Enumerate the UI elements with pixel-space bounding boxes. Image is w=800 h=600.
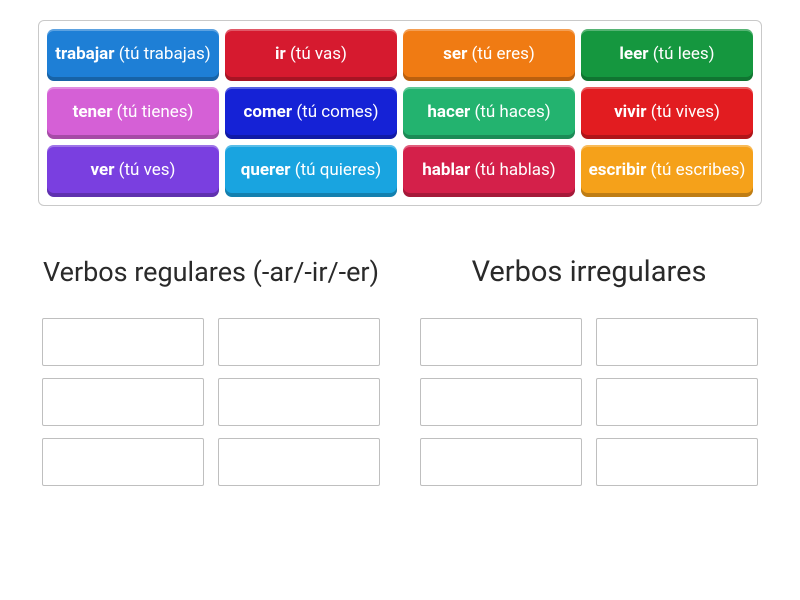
drop-slot[interactable] [596,378,758,426]
drop-slot[interactable] [596,318,758,366]
verb-tile[interactable]: leer (tú lees) [581,29,753,81]
verb-tile[interactable]: hacer (tú haces) [403,87,575,139]
drop-slot[interactable] [218,438,380,486]
category-title: Verbos irregulares [420,234,758,312]
verb-tile[interactable]: ir (tú vas) [225,29,397,81]
verb-tile[interactable]: ver (tú ves) [47,145,219,197]
category-title: Verbos regulares (-ar/-ir/-er) [42,234,380,312]
drop-slot[interactable] [596,438,758,486]
verb-tile[interactable]: hablar (tú hablas) [403,145,575,197]
categories-area: Verbos regulares (-ar/-ir/-er) Verbos ir… [38,234,762,486]
drop-slot[interactable] [42,438,204,486]
verb-tile[interactable]: trabajar (tú trabajas) [47,29,219,81]
verb-tile[interactable]: querer (tú quieres) [225,145,397,197]
drop-slot[interactable] [42,378,204,426]
verb-tile[interactable]: comer (tú comes) [225,87,397,139]
drop-slot[interactable] [420,318,582,366]
verb-tile[interactable]: escribir (tú escribes) [581,145,753,197]
category-irregulares: Verbos irregulares [420,234,758,486]
category-regulares: Verbos regulares (-ar/-ir/-er) [42,234,380,486]
verb-tile[interactable]: ser (tú eres) [403,29,575,81]
drop-slot[interactable] [218,378,380,426]
verb-tile[interactable]: vivir (tú vives) [581,87,753,139]
slot-grid [42,318,380,486]
drop-slot[interactable] [218,318,380,366]
verb-tile[interactable]: tener (tú tienes) [47,87,219,139]
tile-tray: trabajar (tú trabajas) ir (tú vas) ser (… [38,20,762,206]
drop-slot[interactable] [420,378,582,426]
drop-slot[interactable] [42,318,204,366]
slot-grid [420,318,758,486]
drop-slot[interactable] [420,438,582,486]
